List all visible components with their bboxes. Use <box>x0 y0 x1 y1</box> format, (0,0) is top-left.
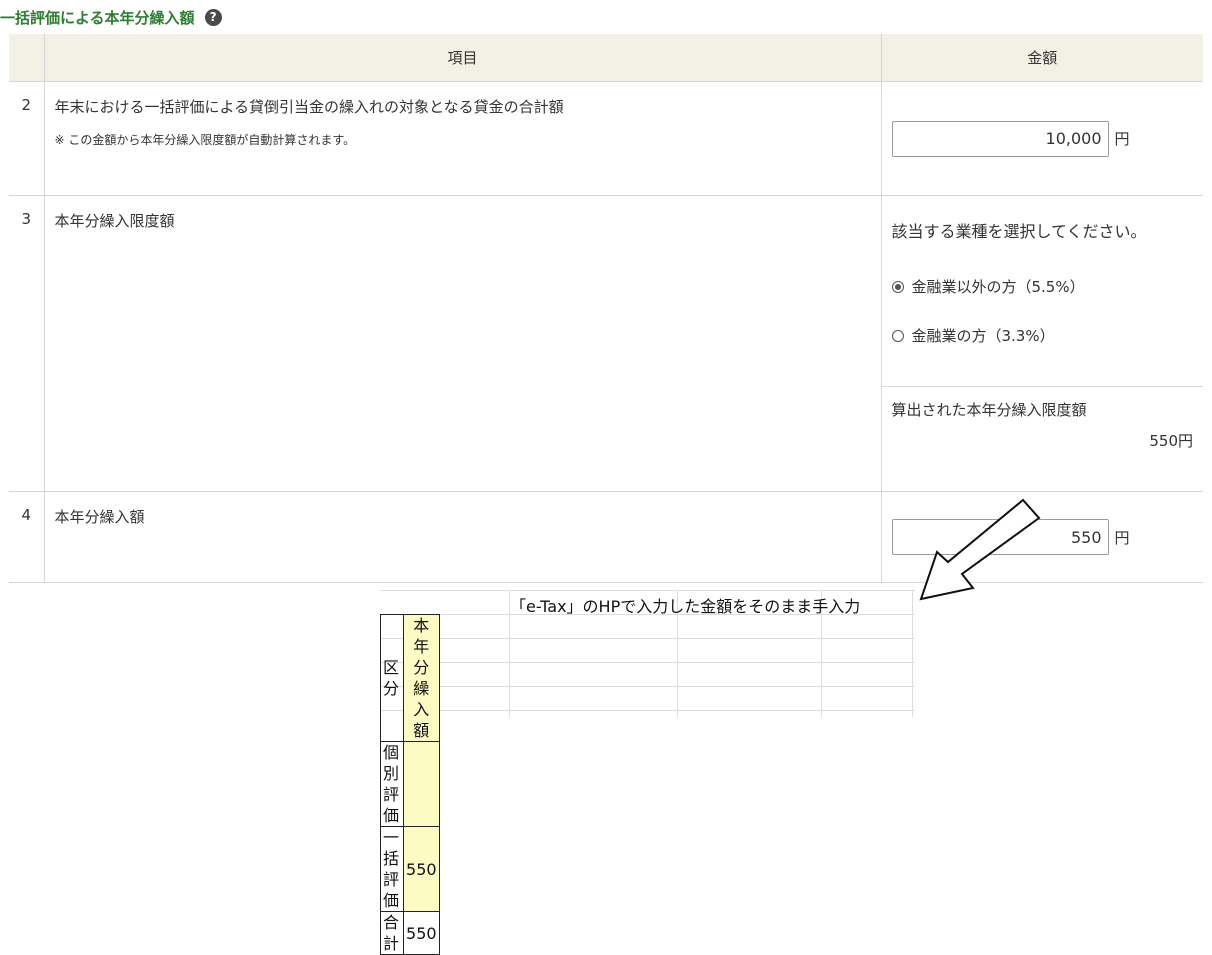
header-num <box>9 34 45 82</box>
calculated-limit: 算出された本年分繰入限度額 550円 <box>881 386 1203 451</box>
spreadsheet-cell[interactable]: 区分 <box>379 614 405 742</box>
spreadsheet-cell[interactable]: 合計 <box>379 911 405 955</box>
row-number: 3 <box>9 195 45 492</box>
spreadsheet-table: 区分 本年分繰入額 個別評価 一括評価 550 合計 550 <box>379 614 440 955</box>
section-title-text: 一括評価による本年分繰入額 <box>0 8 195 27</box>
spreadsheet-cell[interactable]: 本年分繰入額 <box>403 614 440 742</box>
spreadsheet-cell[interactable]: 個別評価 <box>379 741 405 827</box>
arrow-down-left-icon <box>919 498 1041 601</box>
row-note: ※ この金額から本年分繰入限度額が自動計算されます。 <box>54 133 356 147</box>
row-amount: 該当する業種を選択してください。 金融業以外の方（5.5%） 金融業の方（3.3… <box>881 195 1203 492</box>
table-row: 3 本年分繰入限度額 該当する業種を選択してください。 金融業以外の方（5.5%… <box>9 195 1203 492</box>
row-number: 2 <box>9 81 45 196</box>
calculated-limit-value: 550円 <box>1149 432 1193 450</box>
row-amount: 円 <box>881 81 1203 196</box>
question-circle-icon[interactable]: ? <box>204 8 222 26</box>
radio-unselected-icon[interactable] <box>891 329 904 342</box>
amount-field-wrap: 円 <box>891 120 1194 157</box>
spreadsheet-row: 合計 550 <box>379 911 440 955</box>
spreadsheet-cell[interactable]: 550 <box>403 826 440 912</box>
yen-unit: 円 <box>1114 130 1130 148</box>
table-header-row: 項目 金額 <box>9 34 1203 82</box>
radio-non-financial[interactable]: 金融業以外の方（5.5%） <box>891 276 1194 297</box>
spreadsheet-cell[interactable]: 一括評価 <box>379 826 405 912</box>
section-title: 一括評価による本年分繰入額 ? <box>0 6 222 28</box>
table-row: 2 年末における一括評価による貸倒引当金の繰入れの対象となる貸金の合計額 ※ こ… <box>9 81 1203 196</box>
row-item: 年末における一括評価による貸倒引当金の繰入れの対象となる貸金の合計額 ※ この金… <box>44 81 882 196</box>
row-number: 4 <box>9 491 45 583</box>
spreadsheet-row: 個別評価 <box>379 741 440 827</box>
industry-prompt: 該当する業種を選択してください。 <box>891 222 1147 241</box>
header-amount: 金額 <box>881 34 1203 82</box>
row-label: 年末における一括評価による貸倒引当金の繰入れの対象となる貸金の合計額 <box>54 98 564 116</box>
radio-label[interactable]: 金融業の方（3.3%） <box>912 325 1055 346</box>
loan-total-input[interactable] <box>891 120 1109 157</box>
row-item: 本年分繰入額 <box>44 491 882 583</box>
spreadsheet-cell[interactable]: 550 <box>403 911 440 955</box>
radio-label[interactable]: 金融業以外の方（5.5%） <box>912 276 1085 297</box>
calculated-limit-label: 算出された本年分繰入限度額 <box>891 401 1087 419</box>
spreadsheet-row: 一括評価 550 <box>379 826 440 912</box>
row-item: 本年分繰入限度額 <box>44 195 882 492</box>
row-label: 本年分繰入限度額 <box>54 212 175 230</box>
yen-unit: 円 <box>1114 528 1130 547</box>
row-label: 本年分繰入額 <box>54 508 145 526</box>
header-item: 項目 <box>44 34 882 82</box>
spreadsheet-header-row: 区分 本年分繰入額 <box>379 614 440 742</box>
radio-financial[interactable]: 金融業の方（3.3%） <box>891 325 1194 346</box>
spreadsheet-cell[interactable] <box>403 741 440 827</box>
radio-selected-icon[interactable] <box>891 280 904 293</box>
spreadsheet-note: 「e-Tax」のHPで入力した金額をそのまま手入力 <box>510 597 861 616</box>
